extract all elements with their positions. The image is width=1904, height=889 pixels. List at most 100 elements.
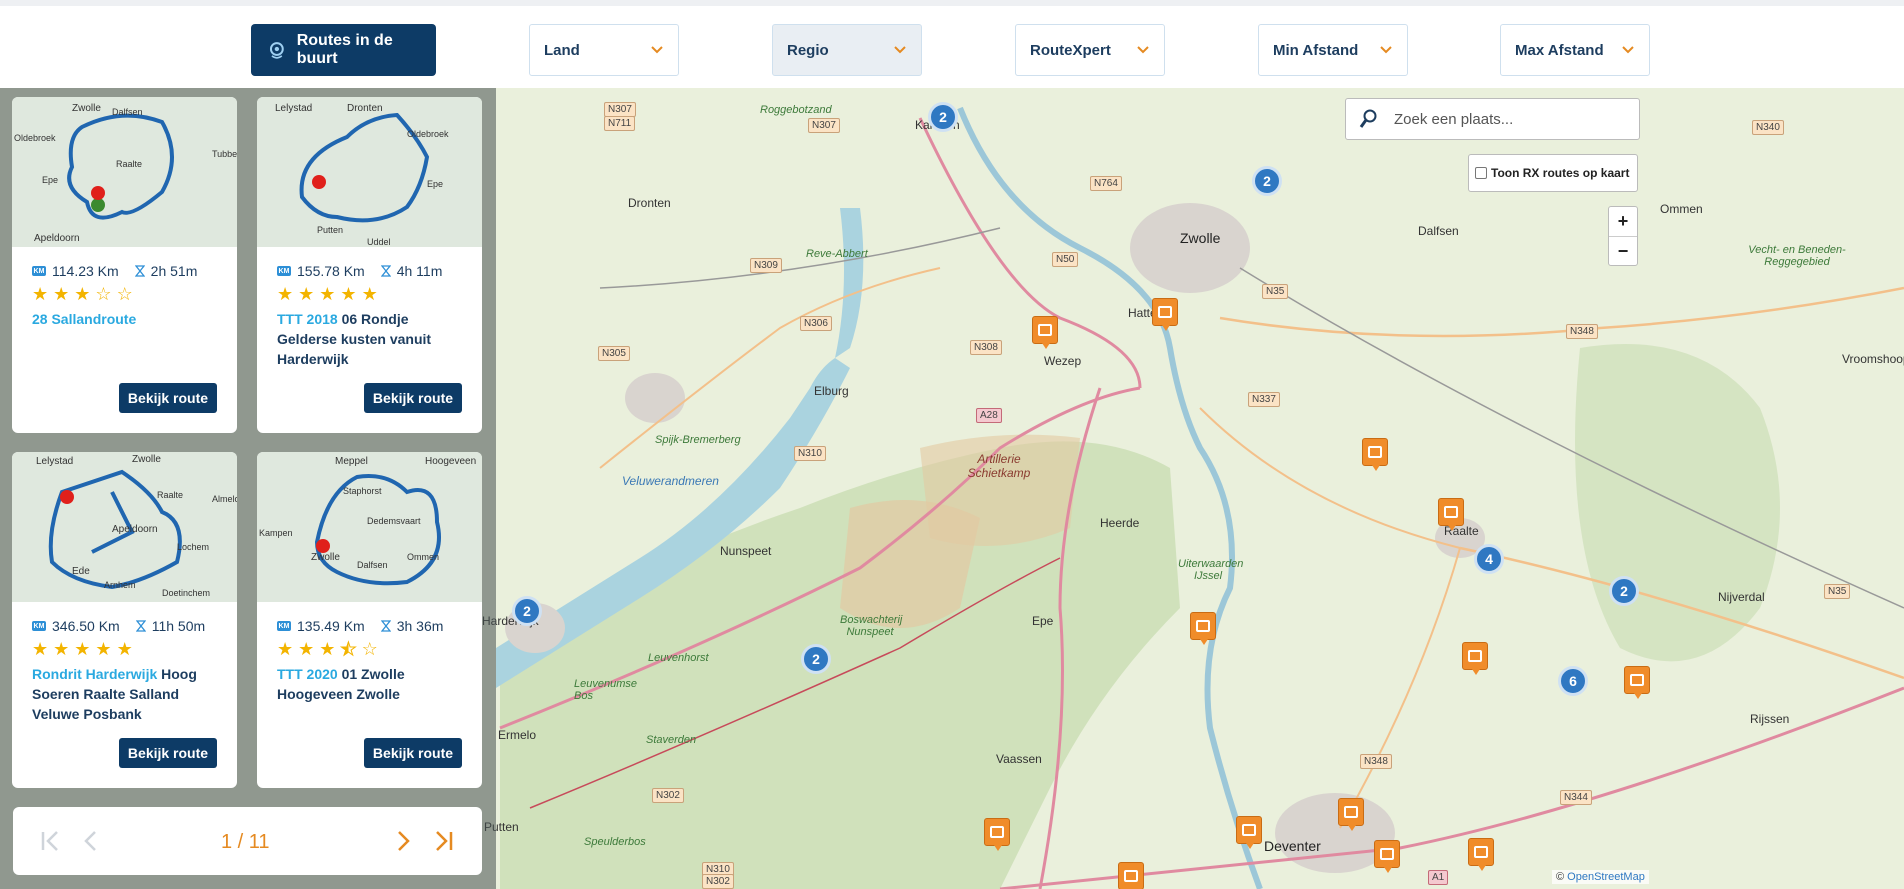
prev-page-icon[interactable]: [79, 829, 103, 853]
zoom-in-button[interactable]: +: [1609, 207, 1637, 236]
cluster-marker[interactable]: 6: [1558, 666, 1588, 696]
rx-routes-label: Toon RX routes op kaart: [1491, 166, 1630, 180]
poi-marker[interactable]: [1624, 666, 1650, 699]
geocoder-icon[interactable]: [1358, 108, 1380, 130]
route-title[interactable]: TTT 2018 06 Rondje Gelderse kusten vanui…: [277, 309, 467, 369]
map-label-boswachterij: Boswachterij Nunspeet: [840, 614, 903, 638]
road-label: N348: [1360, 754, 1392, 769]
star-icon: ★: [298, 639, 315, 659]
map-label-epe: Epe: [1032, 614, 1054, 628]
route-duration: 11h 50m: [151, 618, 206, 634]
poi-marker[interactable]: [1362, 438, 1388, 471]
dropdown-regio[interactable]: Regio: [772, 24, 922, 76]
hourglass-icon: [135, 620, 146, 632]
star-icon: ★: [277, 639, 294, 659]
chevron-down-icon: [1380, 46, 1392, 54]
route-card[interactable]: Meppel Hoogeveen Staphorst Dedemsvaart Z…: [257, 452, 482, 788]
route-title[interactable]: TTT 2020 01 Zwolle Hoogeveen Zwolle: [277, 664, 467, 704]
map-label-artillerie-schietkamp: Artillerie Schietkamp: [967, 452, 1031, 480]
map-label-zwolle: Zwolle: [1180, 230, 1221, 246]
view-route-button[interactable]: Bekijk route: [364, 383, 462, 413]
route-card[interactable]: Lelystad Zwolle Raalte Almelo Apeldoorn …: [12, 452, 237, 788]
hourglass-icon: [380, 620, 391, 632]
poi-marker[interactable]: [1468, 838, 1494, 871]
star-icon: ★: [53, 284, 70, 304]
star-icon: ☆: [95, 284, 112, 304]
cluster-marker[interactable]: 2: [1609, 576, 1639, 606]
road-label: N711: [604, 116, 636, 131]
map-label-rijssen: Rijssen: [1750, 712, 1790, 726]
next-page-icon[interactable]: [391, 829, 415, 853]
road-label: N305: [598, 346, 630, 361]
dropdown-land[interactable]: Land: [529, 24, 679, 76]
map-label-vaassen: Vaassen: [996, 752, 1042, 766]
star-icon: ★: [32, 284, 49, 304]
poi-marker[interactable]: [1118, 862, 1144, 889]
route-title[interactable]: Rondrit Harderwijk Hoog Soeren Raalte Sa…: [32, 664, 222, 724]
routes-nearby-label: Routes in de buurt: [296, 32, 393, 67]
road-label: N764: [1090, 176, 1122, 191]
distance-icon: KM: [32, 621, 46, 631]
cluster-marker[interactable]: 2: [928, 102, 958, 132]
first-page-icon[interactable]: [39, 829, 63, 853]
cluster-marker[interactable]: 2: [512, 596, 542, 626]
road-label: N307: [604, 102, 636, 117]
poi-marker[interactable]: [1152, 298, 1178, 331]
route-title[interactable]: 28 Sallandroute: [32, 309, 222, 329]
map-attribution: © OpenStreetMap: [1552, 870, 1649, 884]
location-pin-icon: [269, 42, 284, 59]
place-search-input[interactable]: [1394, 110, 1624, 128]
route-path-drawing: [299, 112, 430, 223]
dropdown-min-afstand[interactable]: Min Afstand: [1258, 24, 1408, 76]
routes-nearby-button[interactable]: Routes in de buurt: [251, 24, 436, 76]
map-label-deventer: Deventer: [1264, 838, 1321, 854]
osm-link[interactable]: OpenStreetMap: [1567, 871, 1645, 883]
star-icon: ★: [361, 284, 378, 304]
poi-marker[interactable]: [1374, 840, 1400, 873]
poi-marker[interactable]: [1338, 798, 1364, 831]
route-card[interactable]: Lelystad Dronten Oldebroek Epe Putten Ud…: [257, 97, 482, 433]
route-stats: KM 114.23 Km 2h 51m: [32, 263, 197, 279]
star-icon: ★: [319, 284, 336, 304]
star-icon: ★: [277, 284, 294, 304]
route-stats: KM 155.78 Km 4h 11m: [277, 263, 442, 279]
dropdown-regio-label: Regio: [787, 41, 829, 59]
star-icon: ★: [74, 639, 91, 659]
poi-marker[interactable]: [1438, 498, 1464, 531]
distance-icon: KM: [32, 266, 46, 276]
zoom-out-button[interactable]: −: [1609, 236, 1637, 265]
road-label: N309: [750, 258, 782, 273]
star-icon: ★: [340, 639, 357, 659]
pagination: 1 / 11: [13, 807, 482, 875]
poi-marker[interactable]: [1462, 642, 1488, 675]
route-card[interactable]: Zwolle Dalfsen Oldebroek Raalte Epe Tubb…: [12, 97, 237, 433]
road-label: N340: [1752, 120, 1784, 135]
map-label-staverden: Staverden: [646, 734, 697, 746]
distance-icon: KM: [277, 266, 291, 276]
star-rating: ★ ★ ★ ☆ ☆: [32, 285, 133, 303]
poi-marker[interactable]: [1236, 816, 1262, 849]
view-route-button[interactable]: Bekijk route: [119, 383, 217, 413]
cluster-marker[interactable]: 2: [801, 644, 831, 674]
view-route-button[interactable]: Bekijk route: [119, 738, 217, 768]
star-icon: ☆: [361, 639, 378, 659]
map-label-nijverdal: Nijverdal: [1718, 590, 1765, 604]
rx-routes-checkbox[interactable]: [1475, 167, 1487, 179]
dropdown-max-afstand-label: Max Afstand: [1515, 41, 1604, 59]
map-label-leuvenumse-bos: Leuvenumse Bos: [574, 678, 637, 702]
dropdown-routexpert[interactable]: RouteXpert: [1015, 24, 1165, 76]
rx-routes-toggle[interactable]: Toon RX routes op kaart: [1468, 154, 1638, 192]
poi-marker[interactable]: [1190, 612, 1216, 645]
road-label: N307: [808, 118, 840, 133]
star-icon: ★: [116, 639, 133, 659]
dropdown-max-afstand[interactable]: Max Afstand: [1500, 24, 1650, 76]
last-page-icon[interactable]: [431, 829, 455, 853]
map-label-dalfsen: Dalfsen: [1418, 224, 1459, 238]
cluster-marker[interactable]: 2: [1252, 166, 1282, 196]
cluster-marker[interactable]: 4: [1474, 544, 1504, 574]
route-duration: 3h 36m: [396, 618, 444, 634]
route-map-thumbnail: Lelystad Zwolle Raalte Almelo Apeldoorn …: [12, 452, 237, 602]
view-route-button[interactable]: Bekijk route: [364, 738, 462, 768]
poi-marker[interactable]: [1032, 316, 1058, 349]
poi-marker[interactable]: [984, 818, 1010, 851]
